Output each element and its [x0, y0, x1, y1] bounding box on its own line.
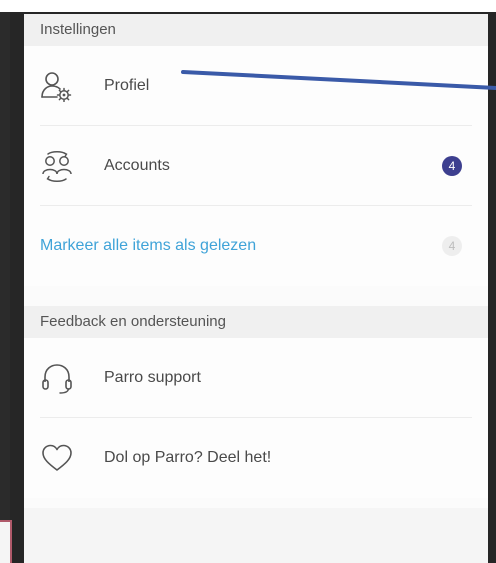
menu-item-label: Profiel [104, 77, 150, 94]
menu-item-label: Dol op Parro? Deel het! [104, 449, 272, 466]
headset-icon [40, 362, 74, 394]
accounts-icon [40, 150, 74, 182]
left-edge-accent [0, 520, 12, 563]
settings-panel: Instellingen Profiel Accounts 4 Markeer … [24, 14, 488, 563]
top-strip [0, 0, 496, 12]
mark-all-read-button[interactable]: Markeer alle items als gelezen 4 [24, 206, 488, 286]
unread-count-badge: 4 [442, 236, 462, 256]
profile-settings-icon [40, 70, 74, 102]
menu-item-parro-support[interactable]: Parro support [24, 338, 488, 418]
menu-item-label: Parro support [104, 369, 201, 386]
left-border [0, 12, 10, 563]
menu-item-accounts[interactable]: Accounts 4 [24, 126, 488, 206]
menu-item-profiel[interactable]: Profiel [24, 46, 488, 126]
menu-item-share-parro[interactable]: Dol op Parro? Deel het! [24, 418, 488, 498]
mark-all-read-label: Markeer alle items als gelezen [40, 237, 257, 254]
settings-section-header: Instellingen [24, 14, 488, 46]
heart-icon [40, 442, 74, 474]
accounts-count-badge: 4 [442, 156, 462, 176]
panel-bottom-area [24, 508, 488, 563]
menu-item-label: Accounts [104, 157, 170, 174]
feedback-section-header: Feedback en ondersteuning [24, 306, 488, 338]
